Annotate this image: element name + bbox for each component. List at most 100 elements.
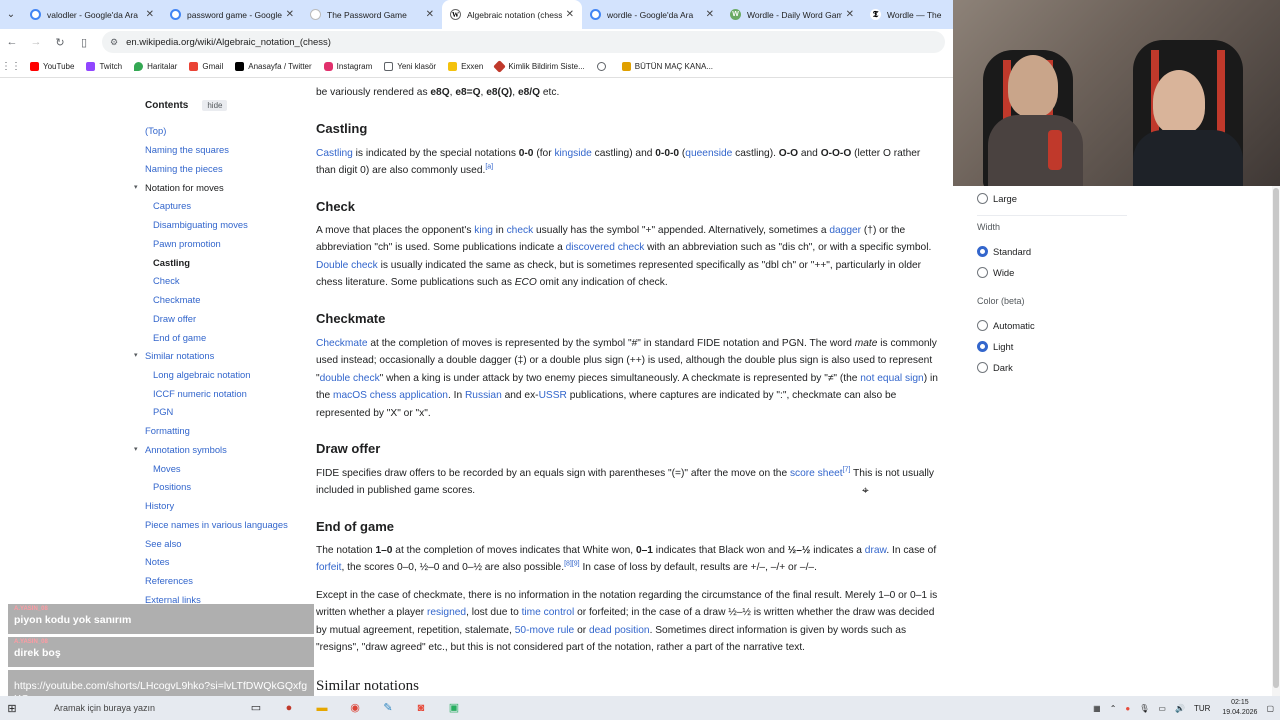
draw-link[interactable]: draw [865, 545, 887, 556]
close-tab-icon[interactable]: ✕ [146, 9, 154, 20]
color-light-option[interactable]: Light [977, 341, 1013, 352]
chevron-up-icon[interactable]: ⌃ [1110, 704, 1117, 713]
tab-search-icon[interactable]: ⌄ [0, 9, 22, 20]
bookmark-exxen[interactable]: Exxen [448, 61, 483, 71]
browser-tab[interactable]: W Wordle - Daily Word Game ✕ [722, 0, 862, 29]
toc-item-iccf[interactable]: ICCF numeric notation [153, 388, 247, 399]
double-check-link[interactable]: Double check [316, 260, 378, 271]
radio-icon[interactable] [977, 320, 988, 331]
toc-item-similar-notations[interactable]: Similar notations [145, 350, 214, 361]
color-automatic-option[interactable]: Automatic [977, 320, 1035, 331]
toc-item-naming-pieces[interactable]: Naming the pieces [145, 163, 223, 174]
mic-icon[interactable]: 🎙 [1139, 704, 1149, 713]
ussr-link[interactable]: USSR [539, 390, 567, 401]
toc-item-annotation-symbols[interactable]: Annotation symbols [145, 444, 227, 455]
chevron-down-icon[interactable]: ▾ [134, 445, 138, 453]
bookmark-instagram[interactable]: Instagram [323, 61, 372, 71]
app-icon[interactable]: ● [277, 698, 301, 718]
input-language[interactable]: TUR [1194, 704, 1210, 713]
bookmark-youtube[interactable]: YouTube [30, 61, 74, 71]
app-icon[interactable]: ✎ [376, 698, 400, 718]
radio-icon[interactable] [977, 193, 988, 204]
dead-position-link[interactable]: dead position [589, 625, 650, 636]
obs-icon[interactable]: ◙ [409, 698, 433, 718]
close-tab-icon[interactable]: ✕ [846, 9, 854, 20]
toc-item-notes[interactable]: Notes [145, 556, 170, 567]
chevron-down-icon[interactable]: ▾ [134, 183, 138, 191]
toc-hide-button[interactable]: hide [202, 99, 228, 111]
reload-icon[interactable]: ↻ [48, 36, 72, 49]
clock[interactable]: 02:15 19.04.2026 [1222, 698, 1257, 718]
chevron-down-icon[interactable]: ▾ [134, 351, 138, 359]
radio-icon[interactable] [977, 362, 988, 373]
footnote-8-9[interactable]: [8][9] [564, 561, 580, 568]
footnote-a[interactable]: [a] [485, 164, 493, 171]
app-icon[interactable]: ▣ [442, 698, 466, 718]
radio-selected-icon[interactable] [977, 341, 988, 352]
dagger-link[interactable]: dagger [829, 225, 861, 236]
browser-tab[interactable]: 𝕿Wordle — The New York Times [862, 0, 952, 29]
sidebar-icon[interactable]: ▯ [72, 36, 96, 49]
radio-icon[interactable] [977, 267, 988, 278]
toc-item-notation-moves[interactable]: Notation for moves [145, 182, 224, 193]
toc-item-disambiguating[interactable]: Disambiguating moves [153, 219, 248, 230]
browser-tab[interactable]: valodler - Google'da Ara ✕ [22, 0, 162, 29]
volume-icon[interactable]: 🔊 [1175, 704, 1185, 713]
toc-item-piece-names[interactable]: Piece names in various languages [145, 519, 288, 530]
kingside-link[interactable]: kingside [554, 148, 591, 159]
toc-item-check[interactable]: Check [153, 275, 180, 286]
toc-item-castling[interactable]: Castling [153, 257, 190, 268]
time-control-link[interactable]: time control [522, 607, 575, 618]
toc-item-history[interactable]: History [145, 500, 174, 511]
toc-item-long-algebraic[interactable]: Long algebraic notation [153, 369, 250, 380]
checkmate-link[interactable]: Checkmate [316, 338, 368, 349]
resigned-link[interactable]: resigned [427, 607, 466, 618]
not-equal-sign-link[interactable]: not equal sign [860, 373, 923, 384]
browser-tab[interactable]: password game - Google'da Ara✕ [162, 0, 302, 29]
queenside-link[interactable]: queenside [685, 148, 732, 159]
browser-tab[interactable]: The Password Game ✕ [302, 0, 442, 29]
toc-item-captures[interactable]: Captures [153, 200, 191, 211]
radio-selected-icon[interactable] [977, 246, 988, 257]
king-link[interactable]: king [474, 225, 493, 236]
back-icon[interactable]: ← [0, 36, 24, 48]
toc-item-end-game[interactable]: End of game [153, 332, 206, 343]
check-link[interactable]: check [507, 225, 534, 236]
browser-tab[interactable]: wordle - Google'da Ara ✕ [582, 0, 722, 29]
castling-link[interactable]: Castling [316, 148, 353, 159]
notifications-icon[interactable]: ▢ [1266, 704, 1274, 713]
close-tab-icon[interactable]: ✕ [286, 9, 294, 20]
toc-item-draw-offer[interactable]: Draw offer [153, 313, 196, 324]
bookmark-matches[interactable]: BÜTÜN MAÇ KANA... [621, 61, 713, 71]
russian-link[interactable]: Russian [465, 390, 502, 401]
toc-item-references[interactable]: References [145, 575, 193, 586]
toc-item-formatting[interactable]: Formatting [145, 425, 190, 436]
toc-item-positions[interactable]: Positions [153, 481, 191, 492]
bookmark-twitter[interactable]: Anasayfa / Twitter [235, 61, 312, 71]
toc-item-checkmate[interactable]: Checkmate [153, 294, 200, 305]
bookmark-maps[interactable]: Haritalar [134, 61, 177, 71]
close-tab-icon[interactable]: ✕ [426, 9, 434, 20]
toc-item-naming-squares[interactable]: Naming the squares [145, 144, 229, 155]
color-dark-option[interactable]: Dark [977, 362, 1013, 373]
text-size-large-option[interactable]: Large [977, 193, 1017, 204]
close-tab-icon[interactable]: ✕ [706, 9, 714, 20]
toc-item-moves[interactable]: Moves [153, 463, 181, 474]
url-field[interactable]: ⚙ en.wikipedia.org/wiki/Algebraic_notati… [102, 31, 945, 53]
apps-grid-icon[interactable]: ⋮⋮ [0, 61, 22, 72]
forward-icon[interactable]: → [24, 36, 48, 48]
chrome-icon[interactable]: ◉ [343, 698, 367, 718]
toc-item-top[interactable]: (Top) [145, 125, 166, 136]
fifty-move-rule-link[interactable]: 50-move rule [515, 625, 574, 636]
site-info-icon[interactable]: ⚙ [110, 37, 118, 48]
bookmark-folder[interactable]: Yeni klasör [384, 61, 436, 71]
bookmark-gmail[interactable]: Gmail [189, 61, 223, 71]
widgets-icon[interactable]: ▦ [1093, 704, 1101, 713]
toc-item-pgn[interactable]: PGN [153, 406, 173, 417]
app-tray-icon[interactable]: ● [1125, 704, 1130, 713]
close-tab-icon[interactable]: ✕ [566, 9, 574, 20]
windows-start-icon[interactable]: ⊞ [0, 702, 24, 715]
discovered-check-link[interactable]: discovered check [566, 242, 645, 253]
toc-item-pawn-promotion[interactable]: Pawn promotion [153, 238, 221, 249]
bookmark-twitch[interactable]: Twitch [86, 61, 122, 71]
